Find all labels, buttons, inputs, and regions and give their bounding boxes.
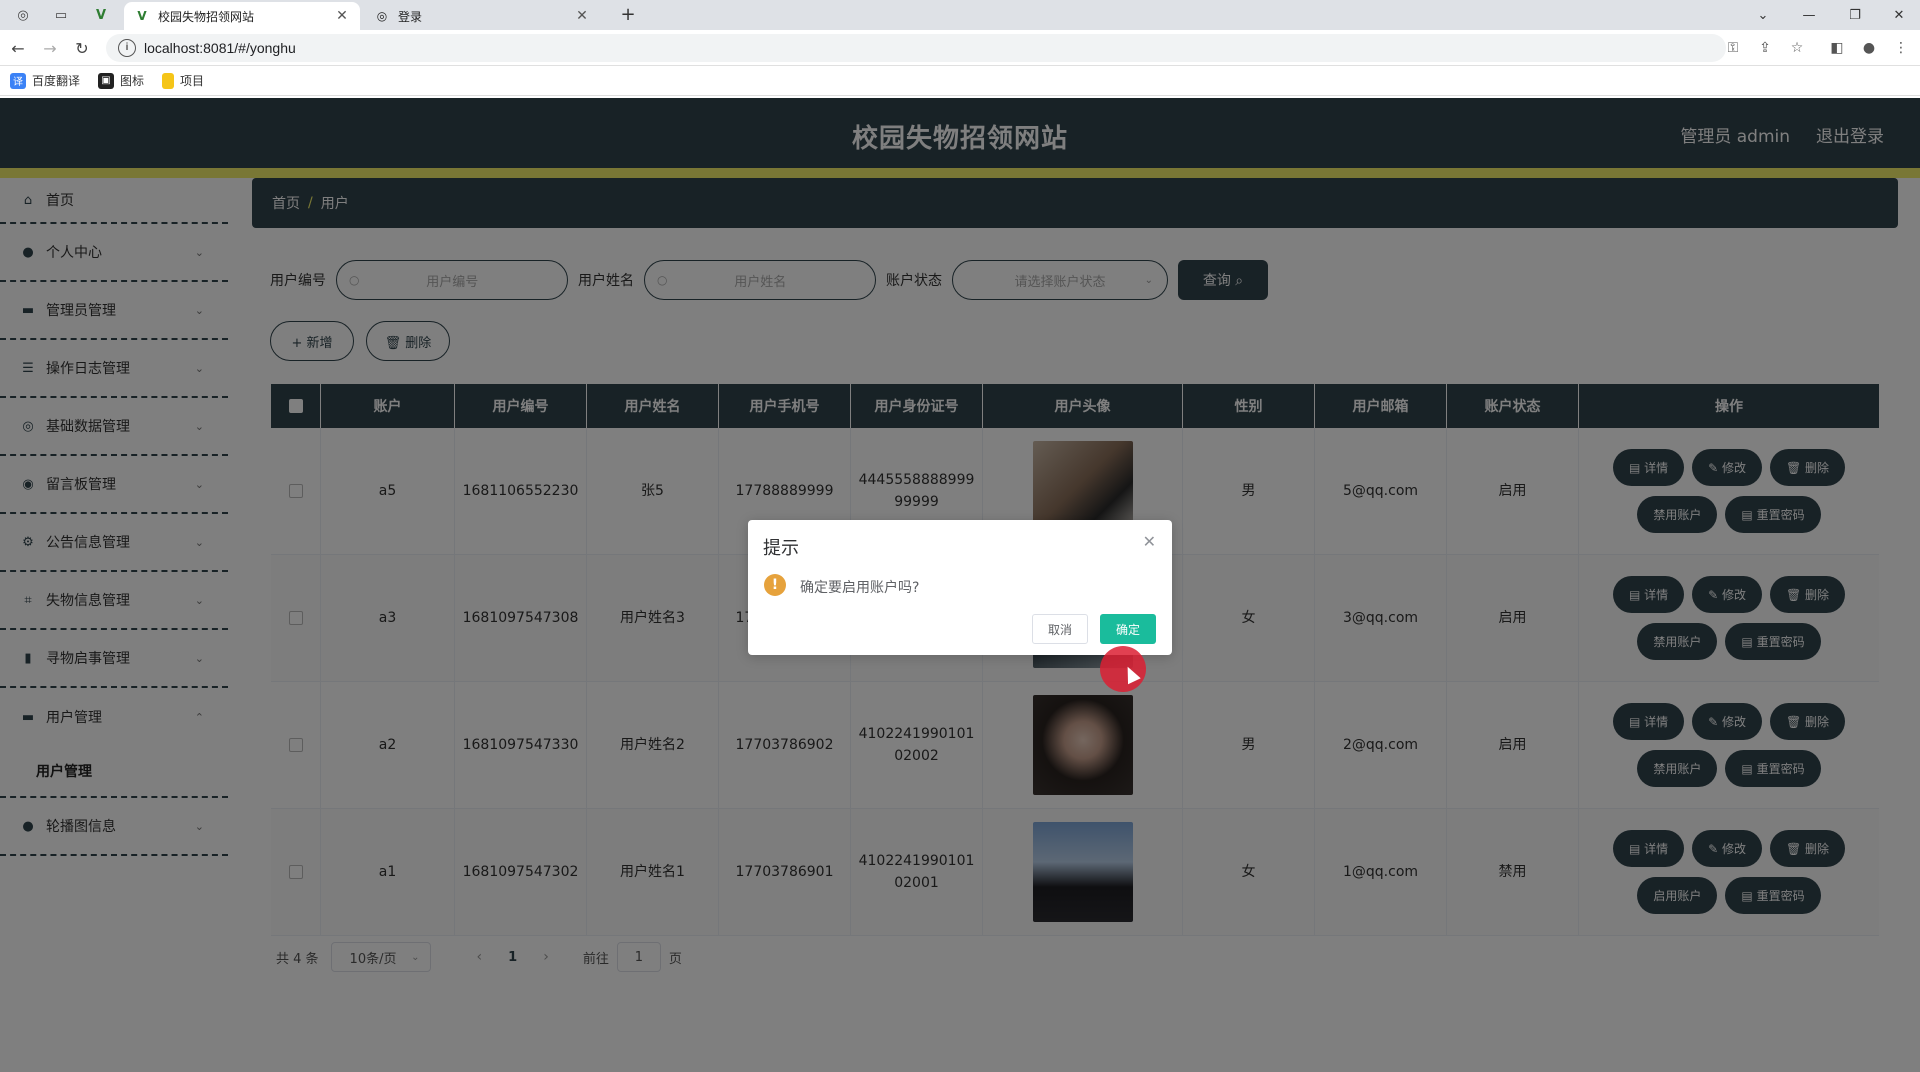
vue-logo-icon: V <box>137 9 147 23</box>
bookmark-project[interactable]: 项目 <box>162 72 204 89</box>
tab-active[interactable]: V 校园失物招领网站 ✕ <box>124 2 360 30</box>
address-bar: ← → ↻ i localhost:8081/#/yonghu ⚿ ⇪ ☆ ◧ … <box>0 30 1920 66</box>
bookmark-label: 项目 <box>180 74 205 88</box>
url-text: localhost:8081/#/yonghu <box>144 40 296 56</box>
folder-icon <box>162 72 175 89</box>
back-icon[interactable]: ← <box>6 36 30 60</box>
new-tab-button[interactable]: + <box>616 4 640 26</box>
menu-icon[interactable]: ⋮ <box>1890 38 1912 58</box>
browser-tab-bar: ◎ ▭ V V 校园失物招领网站 ✕ ◎ 登录 ✕ + ⌄ — ❐ ✕ <box>0 0 1920 30</box>
warning-icon: ! <box>764 574 786 596</box>
vue-tab-icon[interactable]: V <box>86 4 116 26</box>
tab-title: 登录 <box>398 9 423 24</box>
confirm-button[interactable]: 确定 <box>1100 614 1156 644</box>
forward-icon[interactable]: → <box>38 36 62 60</box>
key-icon[interactable]: ⚿ <box>1722 38 1744 58</box>
info-icon[interactable]: i <box>118 39 136 57</box>
minimize-button[interactable]: — <box>1786 0 1832 30</box>
restore-button[interactable]: ❐ <box>1832 0 1878 30</box>
bookmark-baidu-translate[interactable]: 译 百度翻译 <box>10 72 80 89</box>
bookmark-icons[interactable]: ▣ 图标 <box>98 72 144 89</box>
blank-tab-icon[interactable]: ▭ <box>46 4 76 26</box>
sidepanel-icon[interactable]: ◧ <box>1826 38 1848 58</box>
star-icon[interactable]: ☆ <box>1786 38 1808 58</box>
close-icon[interactable]: ✕ <box>574 8 590 24</box>
profile-icon[interactable]: ● <box>1858 38 1880 58</box>
cancel-button[interactable]: 取消 <box>1032 614 1088 644</box>
close-icon[interactable]: ✕ <box>1143 532 1156 551</box>
translate-icon: 译 <box>10 72 26 89</box>
globe-icon: ◎ <box>376 9 388 23</box>
dialog-title: 提示 <box>763 538 799 559</box>
reload-icon[interactable]: ↻ <box>70 36 94 60</box>
window-close-button[interactable]: ✕ <box>1876 0 1920 30</box>
close-icon[interactable]: ✕ <box>334 8 350 24</box>
tab-login[interactable]: ◎ 登录 ✕ <box>364 2 600 30</box>
bookmarks-bar: 译 百度翻译 ▣ 图标 项目 <box>0 66 1920 96</box>
globe-icon[interactable]: ◎ <box>8 4 38 26</box>
confirm-dialog: 提示 ✕ ! 确定要启用账户吗? 取消 确定 <box>748 520 1172 655</box>
bookmark-label: 图标 <box>120 74 145 88</box>
share-icon[interactable]: ⇪ <box>1754 38 1776 58</box>
tab-search-icon[interactable]: ⌄ <box>1740 0 1786 30</box>
bookmark-label: 百度翻译 <box>32 74 81 88</box>
tab-title: 校园失物招领网站 <box>158 9 255 24</box>
image-icon: ▣ <box>98 72 115 89</box>
dialog-message: 确定要启用账户吗? <box>800 580 920 596</box>
url-input[interactable]: i localhost:8081/#/yonghu <box>106 34 1726 62</box>
